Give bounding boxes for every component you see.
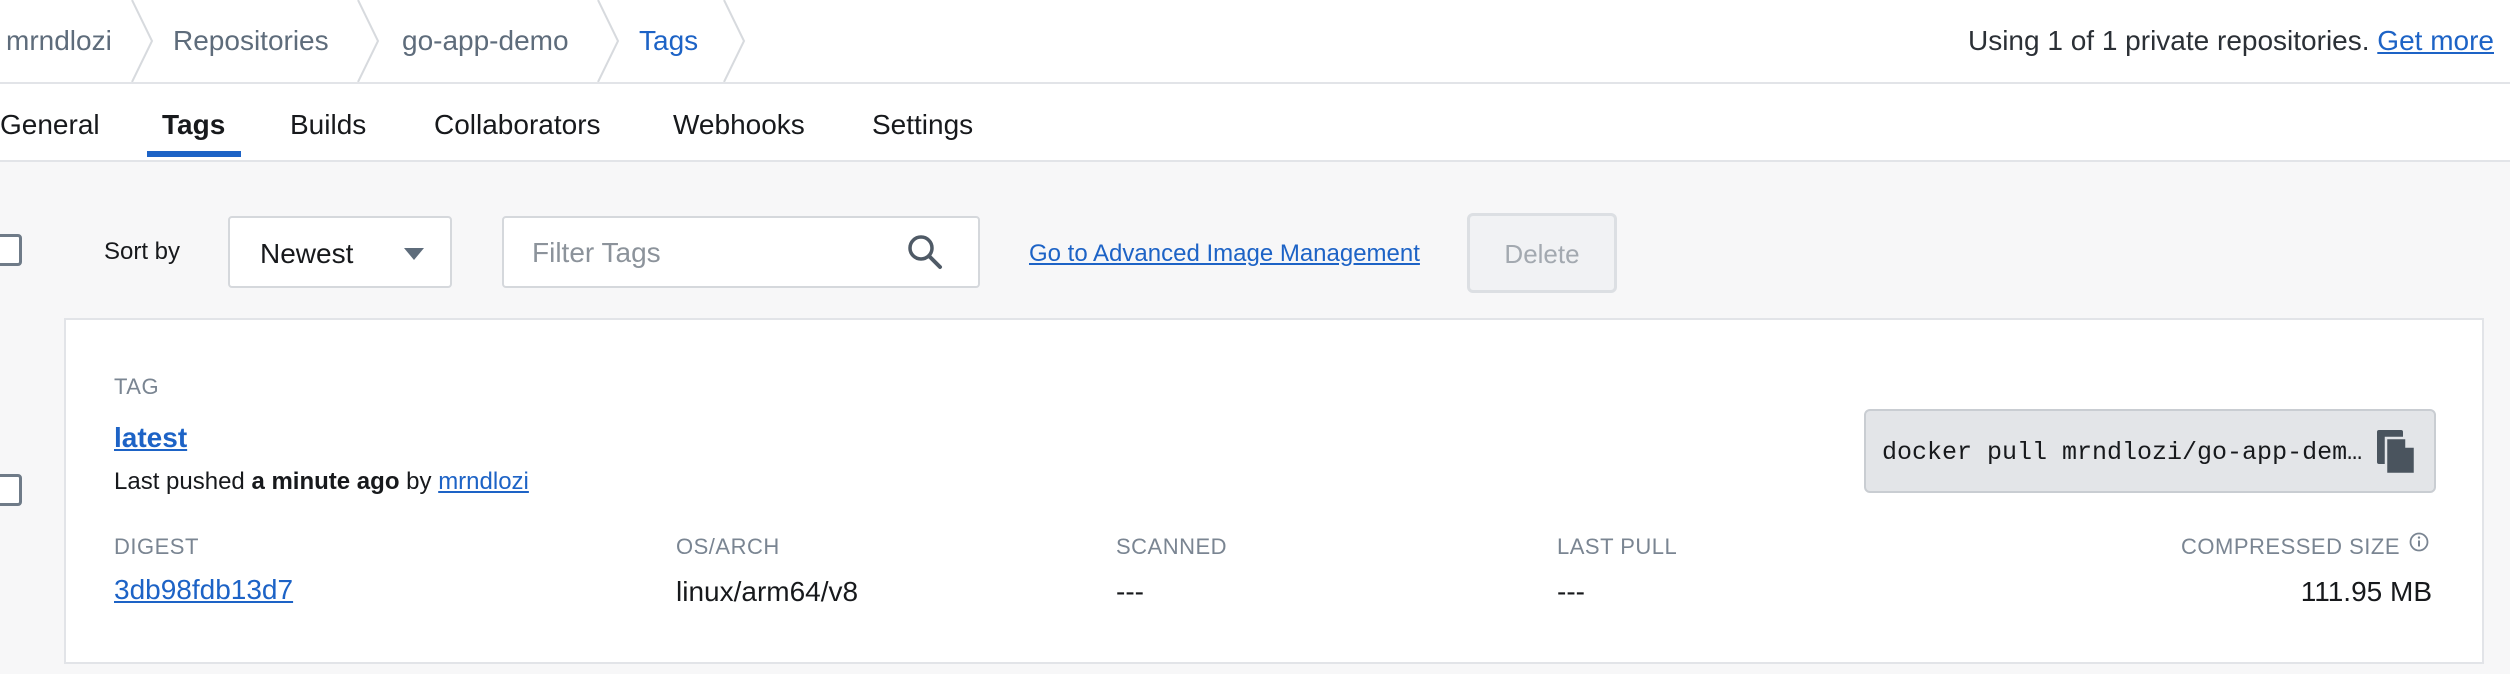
tag-name-link[interactable]: latest xyxy=(114,422,187,454)
info-icon[interactable] xyxy=(2409,532,2429,552)
tag-row-checkbox[interactable] xyxy=(0,474,22,506)
tab-collaborators[interactable]: Collaborators xyxy=(434,84,601,160)
pushed-by-word: by xyxy=(406,468,432,495)
top-bar: mrndlozi Repositories go-app-demo Tags U… xyxy=(0,0,2510,84)
pull-command-text: docker pull mrndlozi/go-app-demo:latest xyxy=(1882,438,2366,467)
delete-button[interactable]: Delete xyxy=(1467,213,1617,293)
filter-tags xyxy=(502,216,980,288)
os-arch-value: linux/arm64/v8 xyxy=(676,576,859,607)
search-icon[interactable] xyxy=(906,233,944,271)
compressed-size-value: 111.95 MB xyxy=(2300,576,2432,607)
chevron-separator-icon xyxy=(723,0,746,82)
sort-label: Sort by xyxy=(104,238,181,265)
tab-builds[interactable]: Builds xyxy=(290,84,366,160)
sort-value: Newest xyxy=(260,238,354,269)
usage-text: Using 1 of 1 private repositories. xyxy=(1967,25,2370,56)
pushed-by-user-link[interactable]: mrndlozi xyxy=(438,468,529,495)
breadcrumb-repositories[interactable]: Repositories xyxy=(173,0,329,82)
os-arch-header: OS/ARCH xyxy=(676,534,780,559)
pushed-prefix: Last pushed xyxy=(114,468,245,495)
pushed-time: a minute ago xyxy=(251,468,400,495)
tab-general[interactable]: General xyxy=(0,84,100,160)
repo-tabs: General Tags Builds Collaborators Webhoo… xyxy=(0,84,2510,162)
breadcrumb-tags: Tags xyxy=(639,25,699,56)
sort-select[interactable]: Newest xyxy=(228,216,452,288)
chevron-separator-icon xyxy=(357,0,380,82)
select-all-checkbox[interactable] xyxy=(0,234,22,266)
filter-tags-input[interactable] xyxy=(532,234,892,272)
digest-header: DIGEST xyxy=(114,534,199,559)
last-pull-value: --- xyxy=(1557,576,1585,607)
tab-settings[interactable]: Settings xyxy=(872,84,973,160)
repo-usage: Using 1 of 1 private repositories. Get m… xyxy=(1968,0,2494,82)
advanced-image-management-link[interactable]: Go to Advanced Image Management xyxy=(1029,240,1420,268)
caret-down-icon xyxy=(404,248,424,260)
copy-icon[interactable] xyxy=(2376,429,2416,475)
compressed-size-header: COMPRESSED SIZE xyxy=(2181,534,2400,559)
active-tab-indicator xyxy=(147,151,241,157)
digest-link[interactable]: 3db98fdb13d7 xyxy=(114,574,293,606)
tag-header: TAG xyxy=(114,374,160,399)
tab-webhooks[interactable]: Webhooks xyxy=(673,84,805,160)
chevron-separator-icon xyxy=(131,0,154,82)
breadcrumb-user[interactable]: mrndlozi xyxy=(6,0,112,82)
breadcrumb-repo[interactable]: go-app-demo xyxy=(402,0,569,82)
tab-tags[interactable]: Tags xyxy=(162,84,225,160)
scanned-header: SCANNED xyxy=(1116,534,1228,559)
chevron-separator-icon xyxy=(597,0,620,82)
last-pull-header: LAST PULL xyxy=(1557,534,1678,559)
docker-pull-command: docker pull mrndlozi/go-app-demo:latest xyxy=(1864,409,2436,493)
scanned-value: --- xyxy=(1116,576,1144,607)
tag-card: TAG latest Last pushed a minute ago by m… xyxy=(64,318,2484,664)
last-pushed-info: Last pushed a minute ago by mrndlozi xyxy=(114,468,529,496)
get-more-link[interactable]: Get more xyxy=(2377,25,2494,56)
